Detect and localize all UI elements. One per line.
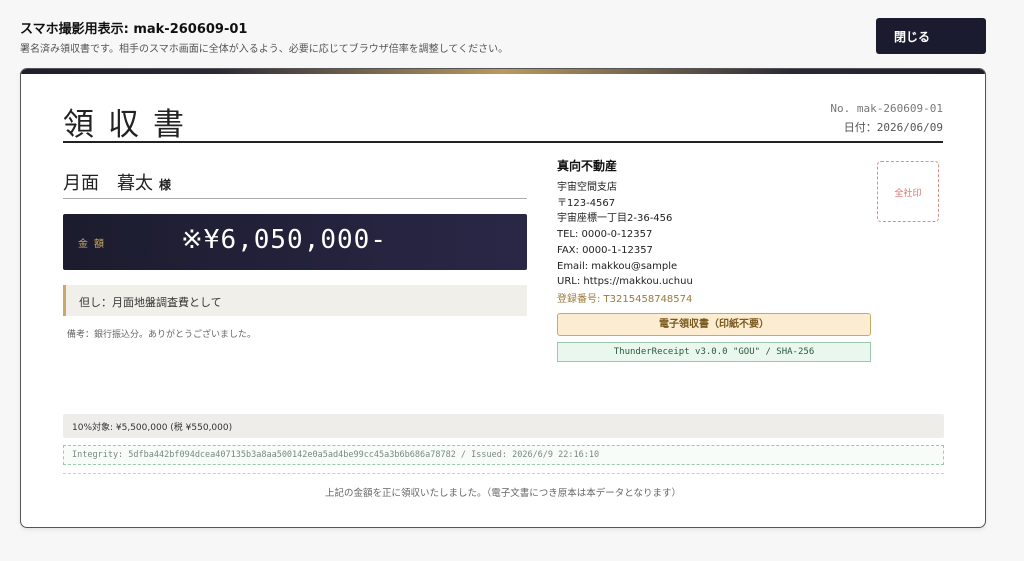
tax-breakdown-text: 10%対象: ¥5,500,000 (税 ¥550,000) xyxy=(72,423,233,433)
receipt-date: 日付：2026/06/09 xyxy=(843,121,943,134)
issuer-fax: FAX: 0000-1-12357 xyxy=(557,244,653,256)
recipient-name: 月面 暮太 xyxy=(63,173,153,194)
issuer-name: 真向不動産 xyxy=(557,159,618,173)
receipt-card: 領収書 No. mak-260609-01 日付：2026/06/09 月面 暮… xyxy=(20,68,986,528)
footer-divider xyxy=(63,473,944,474)
footer-note: 上記の金額を正に領収いたしました。（電子文書につき原本は本データとなります） xyxy=(325,488,681,499)
issuer-postal: 〒123-4567 xyxy=(557,197,616,209)
purpose-text: 但し：月面地盤調査費として xyxy=(79,296,222,309)
amount-box: 金額 ※¥6,050,000- xyxy=(63,214,527,270)
integrity-hash: Integrity: 5dfba442bf094dcea407135b3a8aa… xyxy=(63,445,944,465)
version-badge: ThunderReceipt v3.0.0 "GOU" / SHA-256 xyxy=(557,342,871,362)
seal-label: 全社印 xyxy=(894,189,922,199)
issuer-address: 宇宙座標一丁目2-36-456 xyxy=(557,213,673,225)
receipt-title: 領収書 xyxy=(63,107,198,143)
integrity-text: Integrity: 5dfba442bf094dcea407135b3a8aa… xyxy=(72,450,600,460)
receipt-number: No. mak-260609-01 xyxy=(830,102,943,115)
page-instructions: 署名済み領収書です。相手のスマホ画面に全体が入るよう、必要に応じてブラウザ倍率を… xyxy=(20,44,509,55)
issuer-block: 真向不動産 宇宙空間支店 〒123-4567 宇宙座標一丁目2-36-456 T… xyxy=(557,157,877,308)
recipient-honorific: 様 xyxy=(159,178,172,192)
top-bar: スマホ撮影用表示: mak-260609-01 署名済み領収書です。相手のスマホ… xyxy=(20,18,986,58)
registration-number: 登録番号: T3215458748574 xyxy=(557,293,693,305)
company-seal-placeholder: 全社印 xyxy=(877,161,939,222)
issuer-email: Email: makkou@sample xyxy=(557,260,678,272)
issuer-url: URL: https://makkou.uchuu xyxy=(557,276,693,288)
issuer-branch: 宇宙空間支店 xyxy=(557,182,617,193)
title-divider xyxy=(63,141,943,143)
issuer-tel: TEL: 0000-0-12357 xyxy=(557,229,653,241)
remarks: 備考：銀行振込分。ありがとうございました。 xyxy=(67,330,257,340)
card-accent-stripe xyxy=(21,69,985,74)
close-button[interactable]: 閉じる xyxy=(876,18,986,54)
amount-label: 金額 xyxy=(78,239,110,250)
electronic-receipt-badge: 電子領収書（印紙不要） xyxy=(557,313,871,336)
recipient: 月面 暮太様 xyxy=(63,169,527,199)
tax-breakdown: 10%対象: ¥5,500,000 (税 ¥550,000) xyxy=(63,414,944,438)
page-title: スマホ撮影用表示: mak-260609-01 xyxy=(20,22,248,37)
amount-value: ※¥6,050,000- xyxy=(181,225,387,255)
purpose-box: 但し：月面地盤調査費として xyxy=(63,285,527,316)
